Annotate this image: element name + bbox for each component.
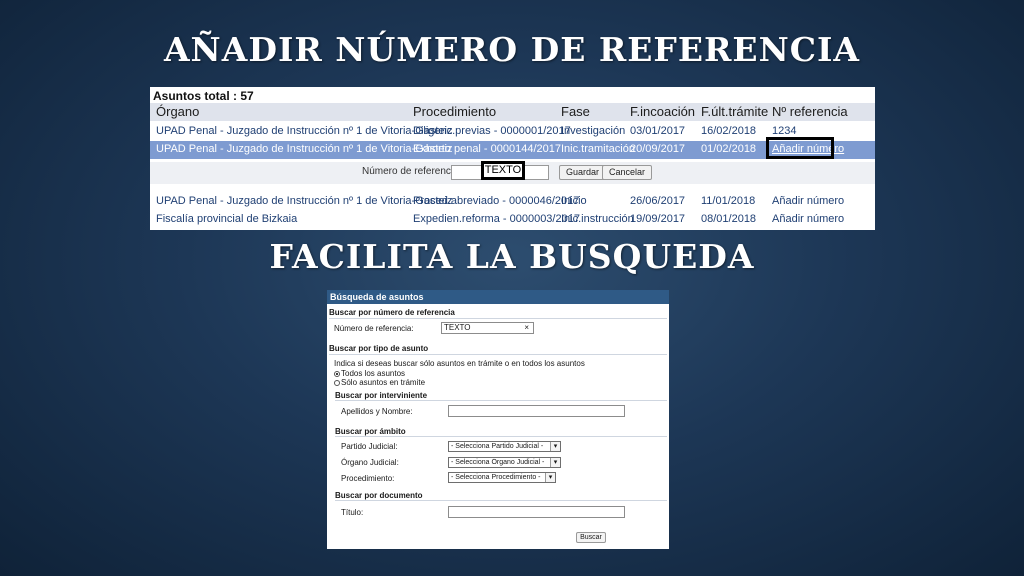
reference-search-value: TEXTO xyxy=(444,323,471,332)
table-header: Órgano Procedimiento Fase F.incoación F.… xyxy=(150,103,875,121)
section-by-scope: Buscar por ámbito xyxy=(335,427,406,436)
column-f-ult-tramite: F.últ.trámite xyxy=(701,104,769,119)
cell-f-incoacion: 03/01/2017 xyxy=(630,125,686,137)
cell-procedimiento: Proced.abreviado - 0000046/2017 xyxy=(413,195,580,207)
cell-organo: UPAD Penal - Juzgado de Instrucción nº 1… xyxy=(156,143,453,155)
radio-unselected-icon xyxy=(334,379,340,386)
assets-total: Asuntos total : 57 xyxy=(153,89,254,103)
cell-fase: Inic.tramitación xyxy=(561,143,635,155)
section-by-document: Buscar por documento xyxy=(335,491,423,500)
cell-f-ult-tramite: 01/02/2018 xyxy=(701,143,757,155)
column-organo: Órgano xyxy=(156,104,200,119)
assets-table-panel: Asuntos total : 57 Órgano Procedimiento … xyxy=(150,87,875,230)
cell-f-ult-tramite: 16/02/2018 xyxy=(701,125,757,137)
radio-active-label: Sólo asuntos en trámite xyxy=(341,378,426,387)
cell-f-ult-tramite: 08/01/2018 xyxy=(701,213,757,225)
cell-organo: Fiscalía provincial de Bizkaia xyxy=(156,213,298,225)
section-by-reference: Buscar por número de referencia xyxy=(329,308,455,317)
radio-all-cases[interactable]: Todos los asuntos xyxy=(334,369,405,378)
reference-label: Número de referencia xyxy=(362,166,459,177)
cancel-button[interactable]: Cancelar xyxy=(602,165,653,180)
search-button[interactable]: Buscar xyxy=(576,532,606,543)
cell-procedimiento: Expedien.reforma - 0000003/2017 xyxy=(413,213,580,225)
column-procedimiento: Procedimiento xyxy=(413,104,497,119)
cell-organo: UPAD Penal - Juzgado de Instrucción nº 1… xyxy=(156,125,453,137)
cell-f-incoacion: 19/09/2017 xyxy=(630,213,686,225)
section-by-participant: Buscar por interviniente xyxy=(335,391,428,400)
slide-title-top: AÑADIR NÚMERO DE REFERENCIA xyxy=(163,30,861,69)
table-row[interactable]: UPAD Penal - Juzgado de Instrucción nº 1… xyxy=(150,193,875,211)
procedimiento-select[interactable]: - Selecciona Procedimiento - ▾ xyxy=(448,472,556,483)
divider xyxy=(335,436,667,437)
search-panel: Búsqueda de asuntos Buscar por número de… xyxy=(327,290,669,549)
organo-judicial-label: Órgano Judicial: xyxy=(341,458,399,467)
radio-selected-icon xyxy=(334,370,340,377)
table-row[interactable]: Fiscalía provincial de Bizkaia Expedien.… xyxy=(150,211,875,229)
divider xyxy=(335,500,667,501)
cell-f-incoacion: 20/09/2017 xyxy=(630,143,686,155)
partido-judicial-value: - Selecciona Partido Judicial - xyxy=(451,443,544,450)
add-reference-link[interactable]: Añadir número xyxy=(772,195,844,207)
radio-all-label: Todos los asuntos xyxy=(341,369,406,378)
save-button[interactable]: Guardar xyxy=(559,165,607,180)
divider xyxy=(335,400,667,401)
cell-fase: Inic.instrucción xyxy=(561,213,634,225)
radio-active-cases[interactable]: Sólo asuntos en trámite xyxy=(334,378,425,387)
cell-procedimiento: Exhorto penal - 0000144/2017 xyxy=(413,143,562,155)
procedimiento-value: - Selecciona Procedimiento - xyxy=(451,474,541,481)
chevron-down-icon: ▾ xyxy=(550,442,560,451)
divider xyxy=(329,354,667,355)
add-reference-link[interactable]: Añadir número xyxy=(772,213,844,225)
reference-search-input[interactable]: TEXTO × xyxy=(441,322,534,334)
cell-fase: Investigación xyxy=(561,125,626,137)
highlight-box-add-reference xyxy=(766,137,834,159)
partido-judicial-label: Partido Judicial: xyxy=(341,442,398,451)
divider xyxy=(329,318,667,319)
organo-judicial-select[interactable]: - Selecciona Órgano Judicial - ▾ xyxy=(448,457,561,468)
cell-organo: UPAD Penal - Juzgado de Instrucción nº 1… xyxy=(156,195,453,207)
document-title-input[interactable] xyxy=(448,506,625,518)
chevron-down-icon: ▾ xyxy=(545,473,555,482)
document-title-label: Título: xyxy=(341,508,364,517)
column-referencia: Nº referencia xyxy=(772,104,848,119)
participant-label: Apellidos y Nombre: xyxy=(341,407,413,416)
search-panel-header: Búsqueda de asuntos xyxy=(327,290,669,304)
cell-fase: Inicio xyxy=(561,195,587,207)
partido-judicial-select[interactable]: - Selecciona Partido Judicial - ▾ xyxy=(448,441,561,452)
chevron-down-icon: ▾ xyxy=(550,458,560,467)
section-by-type: Buscar por tipo de asunto xyxy=(329,344,429,353)
type-hint: Indica si deseas buscar sólo asuntos en … xyxy=(334,359,585,368)
cell-f-ult-tramite: 11/01/2018 xyxy=(701,195,756,207)
organo-judicial-value: - Selecciona Órgano Judicial - xyxy=(451,459,545,466)
clear-icon[interactable]: × xyxy=(524,323,529,333)
reference-input-value-highlight: TEXTO xyxy=(481,161,525,180)
cell-referencia: 1234 xyxy=(772,125,797,137)
column-f-incoacion: F.incoación xyxy=(630,104,696,119)
slide-title-middle: FACILITA LA BUSQUEDA xyxy=(269,237,755,276)
participant-input[interactable] xyxy=(448,405,625,417)
cell-procedimiento: Diligenc.previas - 0000001/2017 xyxy=(413,125,571,137)
reference-search-label: Número de referencia: xyxy=(334,324,414,333)
column-fase: Fase xyxy=(561,104,590,119)
cell-f-incoacion: 26/06/2017 xyxy=(630,195,686,207)
procedimiento-label: Procedimiento: xyxy=(341,474,395,483)
